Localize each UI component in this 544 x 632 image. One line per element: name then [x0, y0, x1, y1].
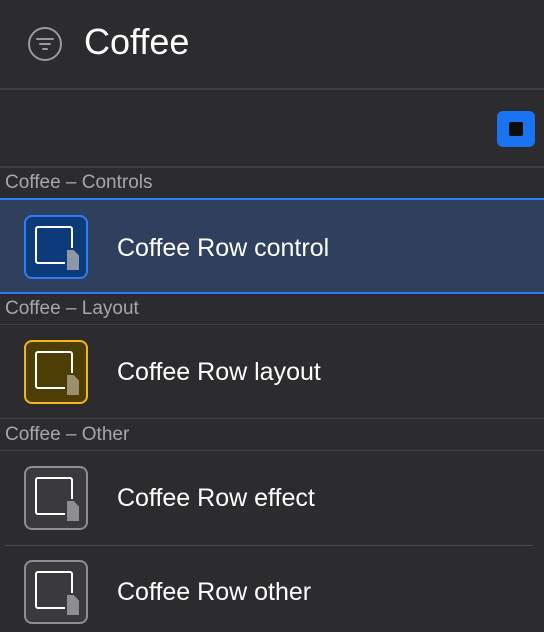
section-header-layout: Coffee – Layout	[0, 294, 544, 324]
list-item[interactable]: Coffee Row other	[0, 546, 544, 632]
row-label: Coffee Row control	[117, 234, 330, 262]
document-icon	[24, 466, 88, 530]
stop-icon	[509, 122, 523, 136]
page-title: Coffee	[84, 21, 190, 62]
list-item[interactable]: Coffee Row effect	[0, 451, 544, 545]
section-header-other: Coffee – Other	[0, 420, 544, 450]
document-icon	[24, 560, 88, 624]
list-item[interactable]: Coffee Row layout	[0, 325, 544, 419]
section-label: Coffee – Other	[5, 424, 130, 445]
stop-button[interactable]	[497, 111, 535, 147]
section-label: Coffee – Controls	[5, 172, 153, 193]
section-header-controls: Coffee – Controls	[0, 168, 544, 198]
filter-icon[interactable]	[27, 26, 63, 62]
row-label: Coffee Row other	[117, 578, 312, 606]
section-label: Coffee – Layout	[5, 298, 139, 319]
document-icon	[24, 340, 88, 404]
header: Coffee	[0, 0, 544, 88]
library-panel: Coffee Coffee – Controls Coffee Row cont…	[0, 0, 544, 632]
section-divider	[0, 418, 544, 419]
row-label: Coffee Row effect	[117, 484, 315, 512]
toolbar	[0, 90, 544, 166]
list-item[interactable]: Coffee Row control	[0, 198, 544, 294]
row-label: Coffee Row layout	[117, 358, 321, 386]
document-icon	[24, 215, 88, 279]
